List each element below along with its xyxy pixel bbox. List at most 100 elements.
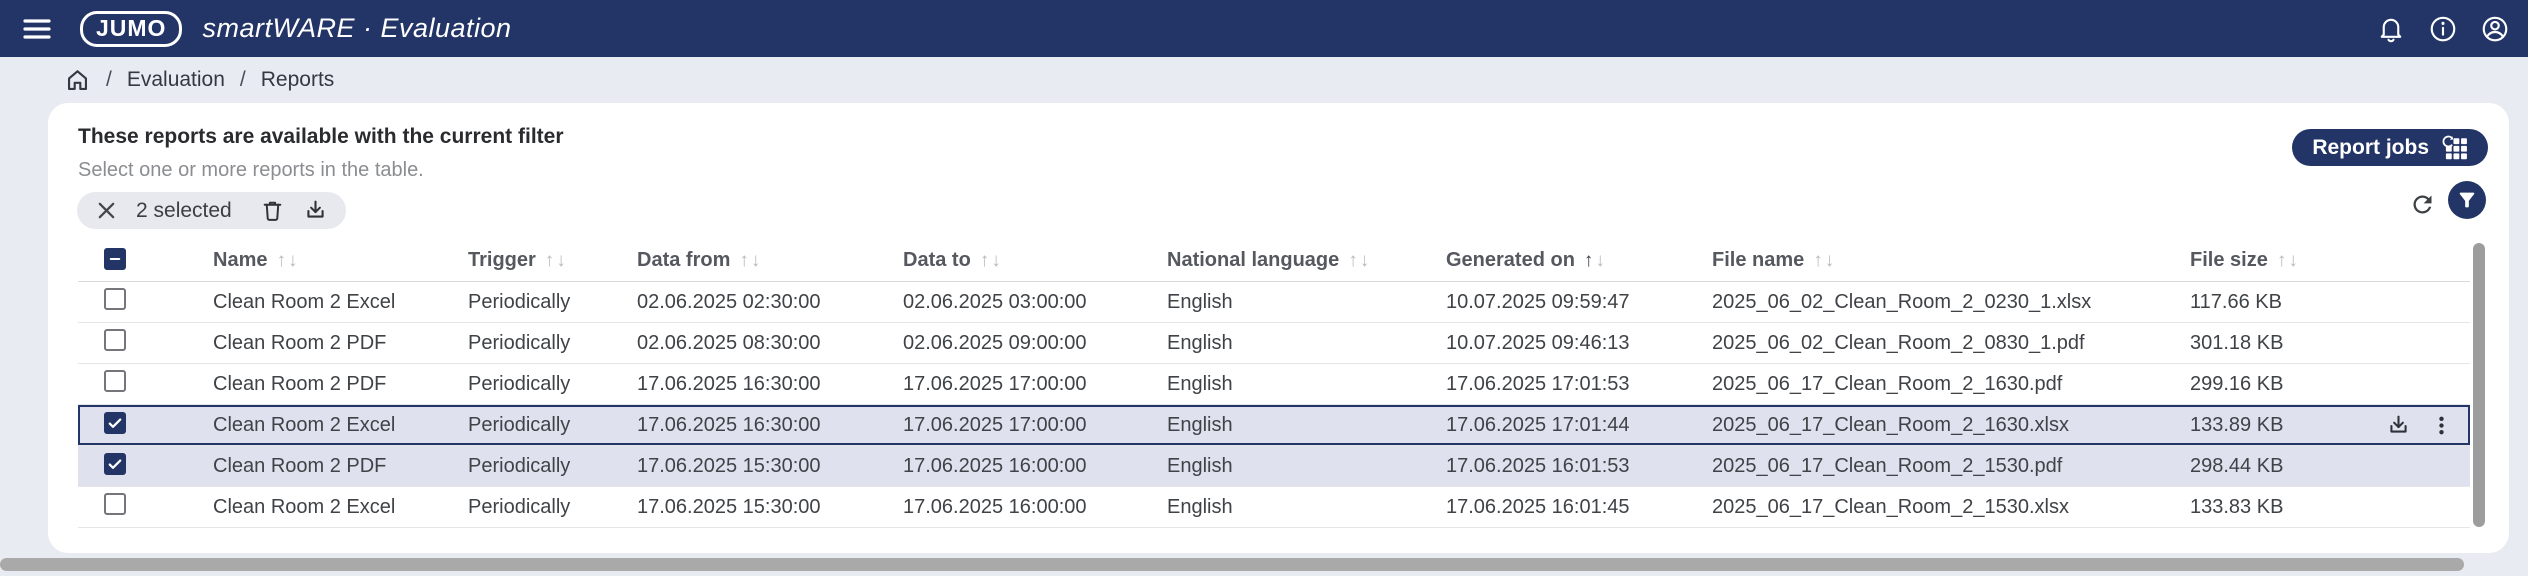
refresh-icon[interactable]	[2409, 191, 2436, 218]
cell-file-size: 301.18 KB	[2190, 331, 2284, 354]
cell-file-name: 2025_06_17_Clean_Room_2_1630.xlsx	[1712, 413, 2069, 436]
column-header-file-size[interactable]: File size ↑↓	[2190, 249, 2470, 272]
table-row[interactable]: Clean Room 2 PDF Periodically 17.06.2025 1…	[78, 364, 2470, 405]
table-header-row: Name ↑↓ Trigger ↑↓ Data from ↑↓ Data to ↑↓ Natio…	[78, 240, 2470, 282]
cell-data-from: 02.06.2025 02:30:00	[637, 290, 821, 313]
row-checkbox-cell	[78, 370, 213, 398]
cell-file-name: 2025_06_17_Clean_Room_2_1630.pdf	[1712, 372, 2063, 395]
cell-generated-on: 17.06.2025 17:01:53	[1446, 372, 1630, 395]
bell-icon[interactable]	[2376, 14, 2406, 44]
grid-refresh-icon	[2442, 135, 2468, 161]
row-checkbox[interactable]	[104, 329, 126, 351]
horizontal-scrollbar-thumb[interactable]	[0, 558, 2464, 571]
info-icon[interactable]	[2428, 14, 2458, 44]
reports-table: Name ↑↓ Trigger ↑↓ Data from ↑↓ Data to ↑↓ Natio…	[78, 240, 2470, 528]
breadcrumb-evaluation[interactable]: Evaluation	[127, 68, 225, 92]
row-checkbox-cell	[78, 493, 213, 521]
column-header-file-name[interactable]: File name ↑↓	[1712, 249, 2190, 272]
sort-arrows-icon: ↑↓	[1348, 249, 1372, 271]
row-checkbox[interactable]	[104, 493, 126, 515]
cell-file-size: 298.44 KB	[2190, 454, 2284, 477]
cell-name: Clean Room 2 Excel	[213, 290, 396, 313]
breadcrumb-reports: Reports	[260, 68, 335, 91]
report-jobs-label: Report jobs	[2312, 135, 2429, 159]
sort-arrows-icon: ↑↓	[544, 249, 568, 271]
select-all-checkbox[interactable]	[104, 247, 126, 270]
jumo-logo: JUMO	[80, 10, 183, 47]
cell-language: English	[1167, 413, 1233, 436]
row-checkbox-cell	[78, 412, 213, 438]
cell-data-from: 17.06.2025 15:30:00	[637, 454, 821, 477]
cell-language: English	[1167, 372, 1233, 395]
cell-name: Clean Room 2 Excel	[213, 495, 396, 518]
selected-count-label: 2 selected	[136, 198, 232, 222]
cell-data-to: 02.06.2025 03:00:00	[903, 290, 1087, 313]
selection-chip: 2 selected	[77, 192, 346, 229]
breadcrumb-separator: /	[239, 68, 246, 91]
breadcrumb-separator: /	[106, 68, 112, 91]
report-jobs-button[interactable]: Report jobs	[2292, 129, 2488, 166]
cell-trigger: Periodically	[468, 413, 571, 436]
cell-trigger: Periodically	[468, 331, 571, 354]
download-icon[interactable]	[303, 198, 328, 223]
table-row[interactable]: Clean Room 2 Excel Periodically 02.06.2025…	[78, 282, 2470, 323]
table-row[interactable]: Clean Room 2 PDF Periodically 17.06.2025 1…	[78, 446, 2470, 487]
cell-trigger: Periodically	[468, 454, 571, 477]
cell-file-name: 2025_06_17_Clean_Room_2_1530.pdf	[1712, 454, 2063, 477]
header-checkbox-cell	[78, 247, 213, 274]
filter-button[interactable]	[2448, 181, 2486, 219]
column-header-data-from[interactable]: Data from ↑↓	[637, 249, 903, 272]
close-icon[interactable]	[95, 199, 118, 222]
column-header-name[interactable]: Name ↑↓	[213, 249, 468, 272]
cell-name: Clean Room 2 PDF	[213, 331, 387, 354]
sort-arrows-icon: ↑↓	[979, 249, 1003, 271]
trash-icon[interactable]	[260, 198, 285, 223]
cell-data-from: 02.06.2025 08:30:00	[637, 331, 821, 354]
cell-generated-on: 17.06.2025 17:01:44	[1446, 413, 1630, 436]
cell-trigger: Periodically	[468, 372, 571, 395]
row-checkbox-cell	[78, 329, 213, 357]
row-checkbox[interactable]	[104, 370, 126, 392]
row-checkbox[interactable]	[104, 412, 126, 434]
table-row[interactable]: Clean Room 2 PDF Periodically 02.06.2025 0…	[78, 323, 2470, 364]
menu-icon[interactable]	[20, 12, 54, 46]
cell-file-name: 2025_06_02_Clean_Room_2_0230_1.xlsx	[1712, 290, 2092, 313]
home-icon[interactable]	[64, 67, 91, 94]
reports-card: These reports are available with the cur…	[48, 103, 2509, 553]
cell-trigger: Periodically	[468, 290, 571, 313]
row-checkbox-cell	[78, 288, 213, 316]
filter-icon	[2459, 192, 2475, 208]
row-kebab-menu-icon[interactable]	[2429, 413, 2454, 438]
table-row[interactable]: Clean Room 2 Excel Periodically 17.06.2025…	[78, 487, 2470, 528]
sort-arrows-icon: ↑↓	[1583, 249, 1607, 271]
cell-name: Clean Room 2 PDF	[213, 454, 387, 477]
table-row[interactable]: Clean Room 2 Excel Periodically 17.06.2025…	[78, 405, 2470, 446]
column-header-generated-on[interactable]: Generated on ↑↓	[1446, 249, 1712, 272]
cell-data-to: 17.06.2025 16:00:00	[903, 454, 1087, 477]
cell-trigger: Periodically	[468, 495, 571, 518]
account-icon[interactable]	[2480, 14, 2510, 44]
cell-file-size: 133.83 KB	[2190, 495, 2284, 518]
sort-arrows-icon: ↑↓	[739, 249, 763, 271]
cell-language: English	[1167, 454, 1233, 477]
row-checkbox[interactable]	[104, 453, 126, 475]
cell-name: Clean Room 2 Excel	[213, 413, 396, 436]
vertical-scrollbar-thumb[interactable]	[2473, 243, 2485, 527]
breadcrumb: / Evaluation / Reports	[0, 57, 2528, 103]
column-header-data-to[interactable]: Data to ↑↓	[903, 249, 1167, 272]
column-header-national-language[interactable]: National language ↑↓	[1167, 249, 1446, 272]
row-download-icon[interactable]	[2386, 413, 2411, 438]
column-header-trigger[interactable]: Trigger ↑↓	[468, 249, 637, 272]
cell-file-size: 117.66 KB	[2190, 290, 2282, 313]
card-subtitle: Select one or more reports in the table.	[78, 159, 424, 181]
row-actions	[2386, 405, 2454, 446]
card-title: These reports are available with the cur…	[78, 125, 564, 148]
cell-generated-on: 17.06.2025 16:01:45	[1446, 495, 1630, 518]
cell-generated-on: 10.07.2025 09:46:13	[1446, 331, 1630, 354]
sort-arrows-icon: ↑↓	[2276, 249, 2300, 271]
cell-data-from: 17.06.2025 16:30:00	[637, 413, 821, 436]
row-checkbox-cell	[78, 453, 213, 479]
cell-language: English	[1167, 331, 1233, 354]
row-checkbox[interactable]	[104, 288, 126, 310]
sort-arrows-icon: ↑↓	[276, 249, 300, 271]
